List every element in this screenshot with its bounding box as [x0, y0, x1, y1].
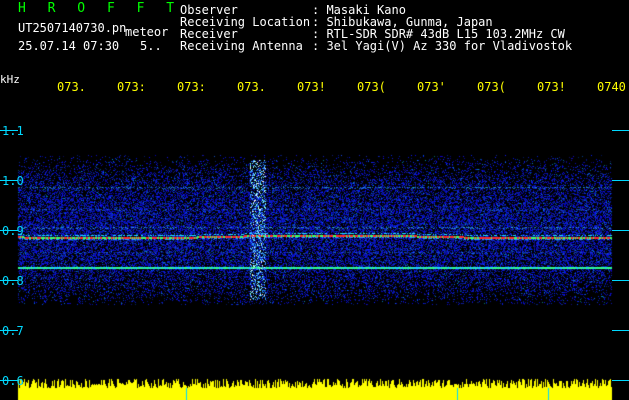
khz-unit-label: kHz — [0, 73, 20, 86]
freq-tick-label: 0.6 — [2, 374, 24, 388]
time-tick: 073: — [177, 80, 206, 94]
freq-tick-line-right — [612, 330, 629, 331]
meteor-tag: meteor — [125, 25, 169, 39]
time-tick: 073: — [117, 80, 146, 94]
antenna-value: : 3el Yagi(V) Az 330 for Vladivostok — [312, 39, 573, 53]
spectrogram-canvas — [0, 0, 629, 400]
freq-tick-line-right — [612, 130, 629, 131]
freq-tick-line-right — [612, 230, 629, 231]
time-tick: 073' — [417, 80, 446, 94]
app-title: H R O F F T — [18, 1, 182, 16]
time-tick: 073( — [357, 80, 386, 94]
time-tick: 0740 — [597, 80, 626, 94]
freq-tick-label: 0.9 — [2, 224, 24, 238]
antenna-label: Receiving Antenna — [180, 39, 303, 53]
freq-tick-line-right — [612, 380, 629, 381]
time-tick: 073! — [297, 80, 326, 94]
freq-tick-line-right — [612, 180, 629, 181]
freq-tick-label: 1.0 — [2, 174, 24, 188]
time-tick: 073. — [57, 80, 86, 94]
freq-tick-label: 0.7 — [2, 324, 24, 338]
time-tick: 073. — [237, 80, 266, 94]
time-tick: 073( — [477, 80, 506, 94]
freq-tick-line-right — [612, 280, 629, 281]
filename: UT2507140730.pn — [18, 21, 127, 35]
meteor-count: 5.. — [140, 39, 162, 53]
time-tick: 073! — [537, 80, 566, 94]
datetime: 25.07.14 07:30 — [18, 39, 120, 53]
freq-tick-label: 0.8 — [2, 274, 24, 288]
freq-tick-label: 1.1 — [2, 124, 24, 138]
